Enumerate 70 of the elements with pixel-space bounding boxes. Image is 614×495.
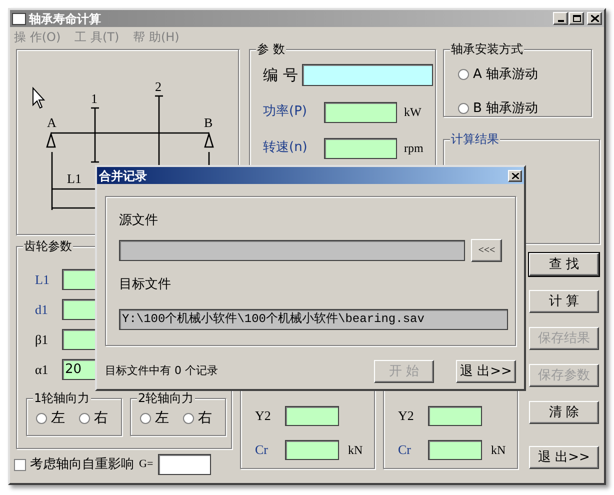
- input-field[interactable]: [302, 64, 433, 86]
- unit-label: kN: [491, 442, 506, 459]
- maximize-button[interactable]: [569, 12, 584, 25]
- group-title: 轴承安装方式: [450, 41, 524, 57]
- action-button[interactable]: 查 找: [529, 253, 599, 276]
- browse-button[interactable]: <<<: [471, 238, 502, 262]
- field-label: Y2: [398, 407, 415, 426]
- input-field[interactable]: [324, 138, 397, 158]
- field-label: 转速(n): [263, 139, 308, 158]
- radio-button[interactable]: [79, 413, 90, 424]
- field-label: d1: [35, 300, 49, 319]
- close-button[interactable]: [587, 12, 602, 25]
- radio-option[interactable]: 右: [79, 408, 108, 429]
- input-field[interactable]: [428, 406, 482, 426]
- field-label: β1: [35, 330, 50, 349]
- radio-button[interactable]: [140, 413, 151, 424]
- input-field[interactable]: [428, 440, 482, 460]
- close-icon: [512, 172, 518, 178]
- gear-label: 1: [91, 91, 98, 106]
- status-text: 目标文件中有 0 个记录: [105, 363, 218, 380]
- unit-label: kN: [348, 442, 363, 459]
- input-field[interactable]: [324, 102, 397, 122]
- checkbox-label[interactable]: 考虑轴向自重影响: [30, 454, 134, 474]
- dialog-button[interactable]: 退 出>>: [456, 360, 516, 383]
- source-field[interactable]: [119, 240, 466, 260]
- span-label: L1: [67, 171, 82, 186]
- unit-label: kW: [404, 104, 422, 121]
- group-title: 参 数: [256, 41, 286, 57]
- radio-option[interactable]: 左: [36, 408, 65, 429]
- checkbox[interactable]: [14, 458, 26, 470]
- radio-button[interactable]: [36, 413, 47, 424]
- source-label: 源文件: [119, 212, 159, 230]
- input-field[interactable]: [285, 440, 339, 460]
- support-label: A: [47, 115, 56, 130]
- window-title: 轴承寿命计算: [29, 12, 101, 26]
- support-label: B: [204, 115, 213, 130]
- radio-button[interactable]: [458, 102, 469, 114]
- field-label: 编 号: [263, 65, 298, 86]
- group-title: 1轮轴向力: [33, 390, 91, 406]
- input-field[interactable]: [158, 454, 212, 475]
- target-label: 目标文件: [119, 276, 172, 294]
- field-label: Y2: [255, 407, 272, 426]
- close-button[interactable]: [508, 170, 522, 182]
- app-icon: [12, 12, 26, 24]
- action-button[interactable]: 清 除: [529, 401, 599, 424]
- gear-label: 2: [155, 79, 162, 94]
- radio-option[interactable]: 右: [183, 408, 212, 429]
- field-label: Cr: [398, 441, 412, 460]
- close-icon: [590, 15, 598, 22]
- action-button[interactable]: 退 出>>: [529, 446, 599, 469]
- dialog-title: 合并记录: [99, 168, 147, 184]
- mouse-cursor-icon: [32, 86, 46, 109]
- action-button[interactable]: 计 算: [529, 290, 599, 313]
- group-title: 2轮轴向力: [137, 390, 195, 406]
- minimize-button[interactable]: [553, 12, 568, 25]
- field-label: α1: [35, 360, 50, 379]
- unit-label: rpm: [404, 140, 424, 157]
- radio-button[interactable]: [183, 413, 194, 424]
- radio-option[interactable]: A 轴承游动: [458, 65, 591, 84]
- radio-option[interactable]: 左: [140, 408, 169, 429]
- field-label: L1: [35, 270, 50, 289]
- field-label: Cr: [255, 441, 269, 460]
- radio-option[interactable]: B 轴承游动: [458, 98, 591, 118]
- target-field[interactable]: Y:\100个机械小软件\100个机械小软件\bearing.sav: [119, 309, 508, 330]
- radio-button[interactable]: [458, 69, 469, 80]
- input-field[interactable]: [285, 406, 339, 426]
- field-label: G=: [139, 457, 154, 472]
- group-title: 计算结果: [450, 131, 500, 147]
- group-title: 齿轮参数: [23, 238, 73, 254]
- field-label: 功率(P): [263, 103, 308, 122]
